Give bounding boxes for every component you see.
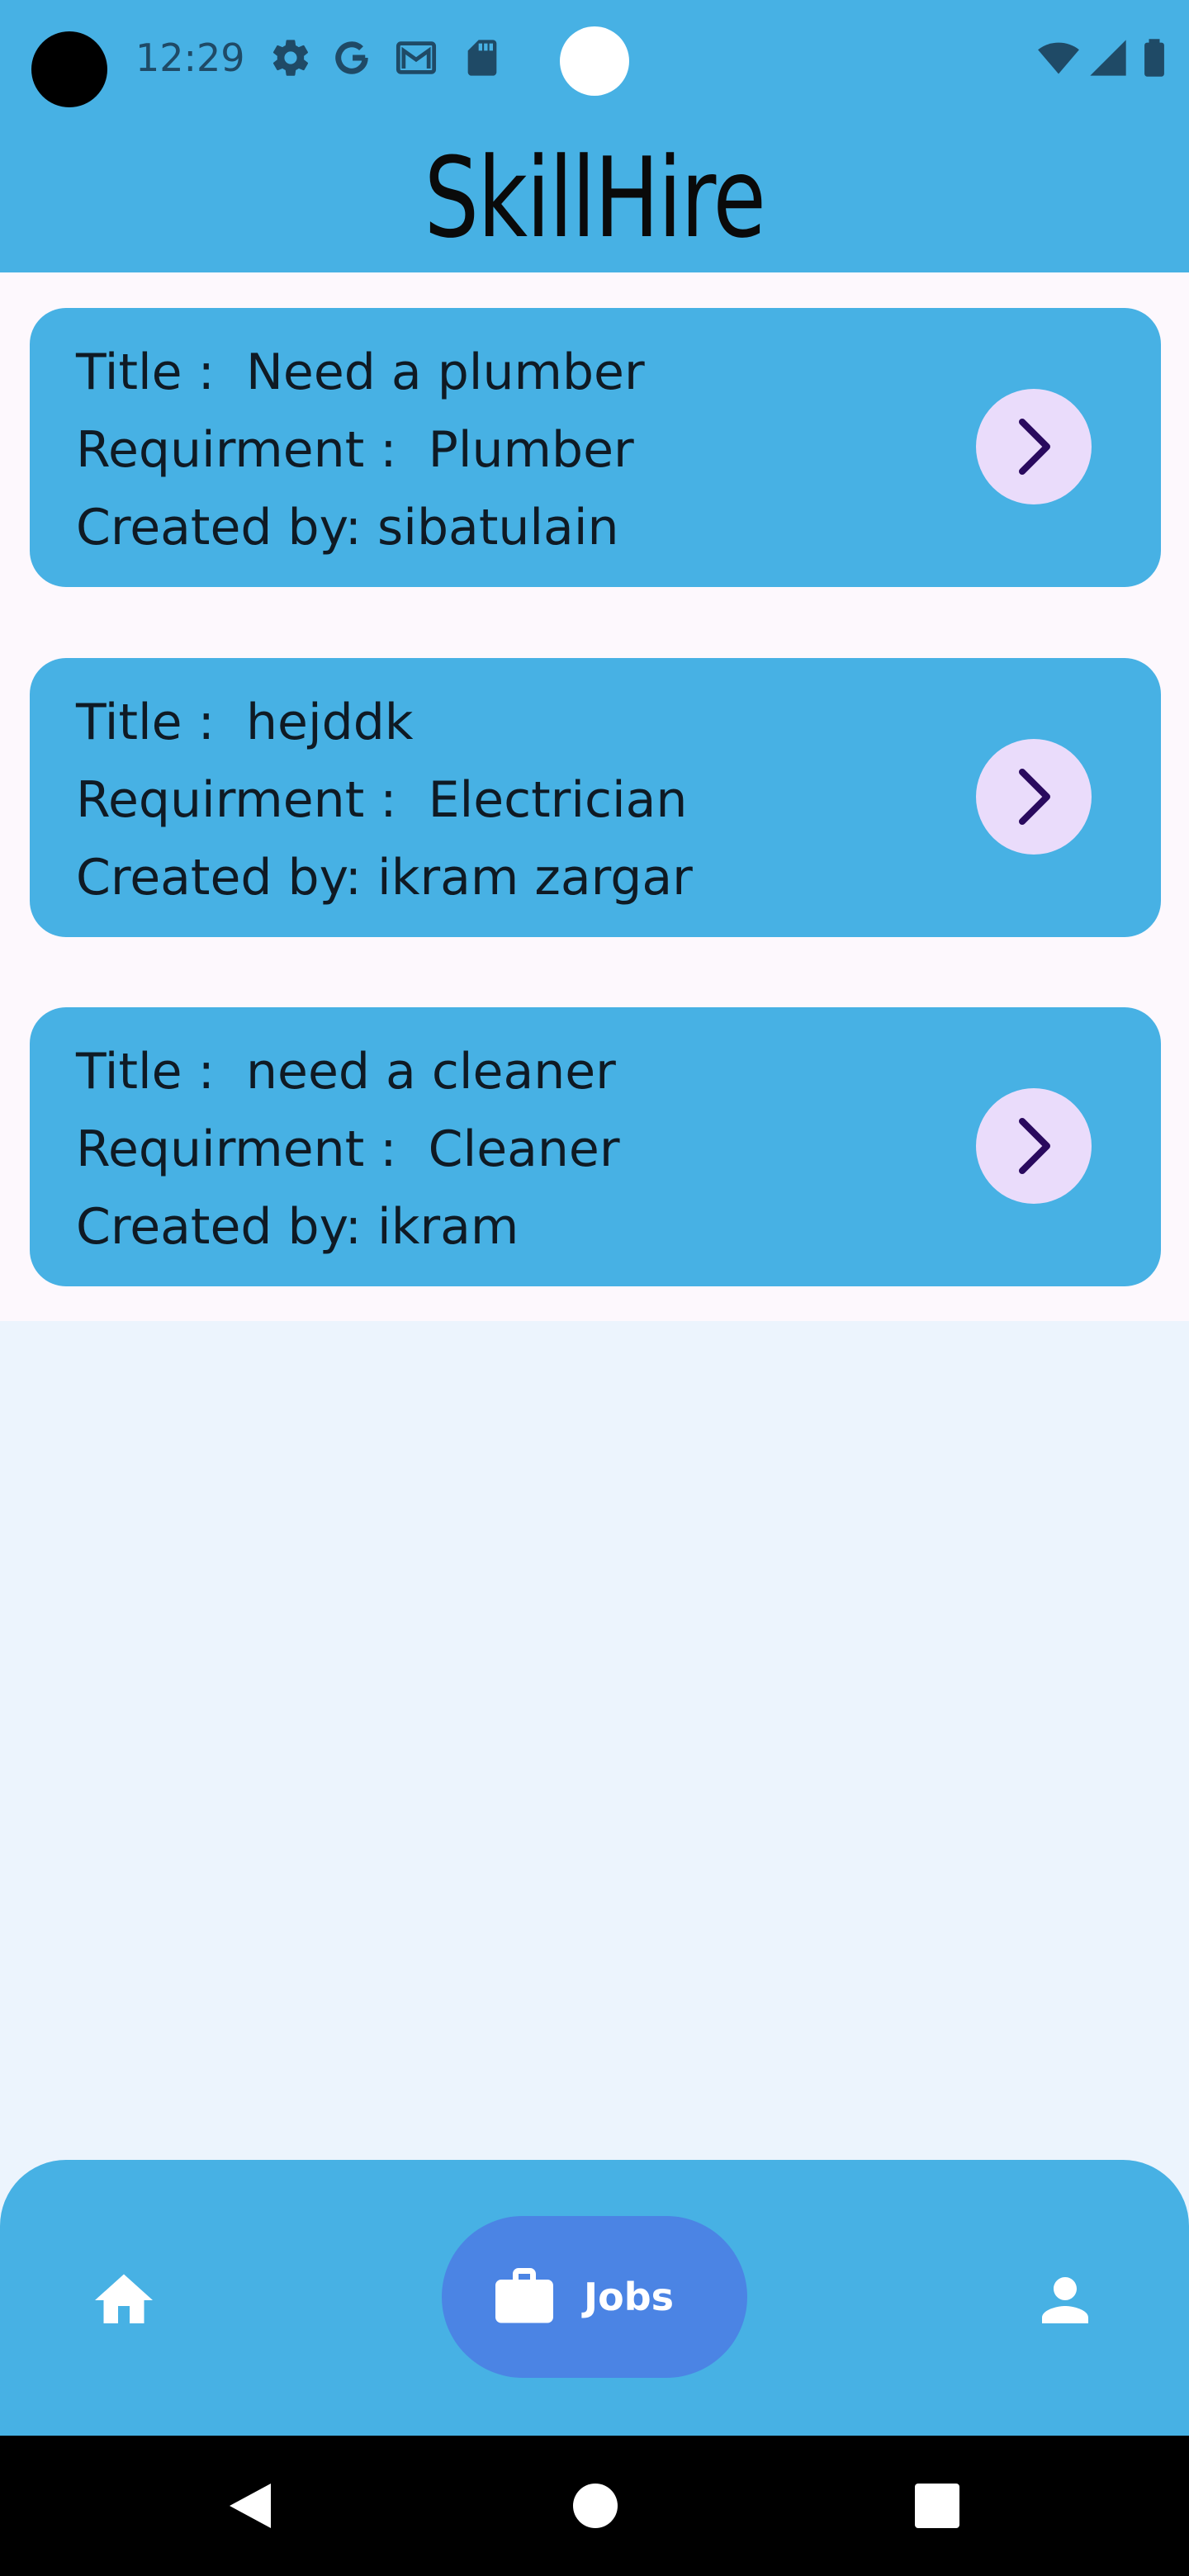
battery-icon [1144,39,1164,77]
open-job-button[interactable] [976,739,1092,855]
home-icon[interactable] [89,2266,159,2335]
gmail-icon [396,41,437,74]
sd-card-icon [467,40,497,76]
app-title: SkillHire [424,134,766,263]
chevron-right-icon [1019,419,1050,475]
app-bar: 12:29 SkillHire [0,0,1189,272]
open-job-button[interactable] [976,1088,1092,1204]
signal-icon [1090,40,1126,76]
bottom-navigation: Jobs [0,2160,1189,2436]
job-requirement: Requirment : Electrician [76,771,688,829]
chevron-right-icon [1019,769,1050,825]
briefcase-icon [495,2268,553,2323]
settings-icon [272,40,309,76]
job-title: Title : need a cleaner [76,1043,616,1101]
job-requirement: Requirment : Cleaner [76,1120,620,1178]
nav-jobs-button[interactable]: Jobs [442,2216,747,2378]
chevron-right-icon [1019,1118,1050,1174]
wifi-icon [1038,42,1079,74]
open-job-button[interactable] [976,389,1092,504]
person-icon[interactable] [1030,2266,1100,2335]
google-icon [335,41,368,74]
job-card[interactable]: Title : need a cleaner Requirment : Clea… [30,1007,1161,1286]
back-icon[interactable] [220,2477,277,2535]
recents-icon[interactable] [908,2477,966,2535]
job-title: Title : Need a plumber [76,343,645,401]
front-camera [31,31,107,107]
home-circle-icon[interactable] [566,2477,624,2535]
job-created-by: Created by: ikram zargar [76,849,693,907]
job-title: Title : hejddk [76,694,414,751]
system-navigation-bar [0,2436,1189,2576]
job-card[interactable]: Title : Need a plumber Requirment : Plum… [30,308,1161,587]
job-card[interactable]: Title : hejddk Requirment : Electrician … [30,658,1161,937]
job-requirement: Requirment : Plumber [76,421,634,479]
nav-jobs-label: Jobs [584,2275,675,2319]
job-created-by: Created by: ikram [76,1198,519,1256]
job-created-by: Created by: sibatulain [76,499,619,556]
status-time: 12:29 [135,36,245,80]
camera-notch [560,26,629,96]
